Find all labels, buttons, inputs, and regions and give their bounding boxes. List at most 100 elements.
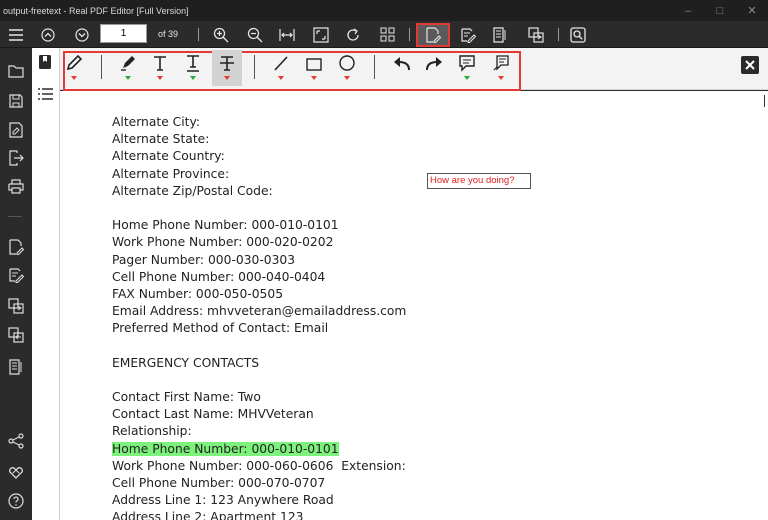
form-icon[interactable] bbox=[490, 21, 510, 48]
annotate-icon bbox=[423, 21, 443, 48]
pencil-tool[interactable] bbox=[59, 50, 89, 86]
color-caret-icon[interactable] bbox=[311, 76, 317, 80]
document-line-text: Cell Phone Number: 000-040-0404 bbox=[112, 269, 326, 284]
document-line: Alternate Country: bbox=[112, 148, 406, 165]
rectangle-tool[interactable] bbox=[299, 50, 329, 86]
color-caret-icon[interactable] bbox=[190, 76, 196, 80]
menu-icon[interactable] bbox=[4, 21, 28, 48]
underline-text-tool[interactable] bbox=[178, 50, 208, 86]
document-line: Alternate City: bbox=[112, 114, 406, 131]
text-tool[interactable] bbox=[145, 50, 175, 86]
search-icon[interactable] bbox=[568, 21, 588, 48]
text-icon bbox=[152, 50, 168, 72]
annotation-divider bbox=[101, 55, 102, 79]
outline-list-icon[interactable] bbox=[38, 87, 53, 105]
close-annotation-bar-button[interactable] bbox=[741, 56, 759, 74]
page-number-input[interactable]: 1 bbox=[100, 24, 147, 43]
line-tool[interactable] bbox=[266, 50, 296, 86]
color-caret-icon[interactable] bbox=[498, 76, 504, 80]
document-text: Alternate City: Alternate State: Alternate… bbox=[112, 114, 406, 520]
color-caret-icon[interactable] bbox=[278, 76, 284, 80]
pencil-icon bbox=[65, 50, 83, 72]
color-caret-icon[interactable] bbox=[224, 76, 230, 80]
edit-side-icon[interactable] bbox=[4, 264, 28, 286]
note-tool[interactable] bbox=[486, 50, 516, 86]
document-line: FAX Number: 000-050-0505 bbox=[112, 286, 406, 303]
document-line: Relationship: bbox=[112, 423, 406, 440]
split-side-icon[interactable] bbox=[4, 324, 28, 346]
ellipse-tool[interactable] bbox=[332, 50, 362, 86]
document-viewer[interactable]: Alternate City: Alternate State: Alternate… bbox=[60, 91, 768, 520]
toolbar-divider bbox=[198, 28, 199, 41]
freetext-annotation[interactable]: How are you doing? bbox=[427, 173, 531, 189]
undo-button[interactable] bbox=[387, 50, 417, 86]
document-line-text: Home Phone Number: 000-010-0101 bbox=[112, 218, 339, 233]
next-page-icon[interactable] bbox=[72, 21, 92, 48]
share-icon[interactable] bbox=[4, 430, 28, 452]
color-caret-icon[interactable] bbox=[71, 76, 77, 80]
document-line: Work Phone Number: 000-060-0606 Extensio… bbox=[112, 458, 406, 475]
document-line-text: Relationship: bbox=[112, 424, 192, 439]
main-toolbar: 1 of 39 bbox=[0, 21, 768, 48]
marker-icon bbox=[119, 50, 137, 72]
close-icon bbox=[745, 60, 755, 70]
highlighted-text: Home Phone Number: 000-010-0101 bbox=[112, 441, 339, 456]
thumbnails-icon[interactable] bbox=[377, 21, 397, 48]
annotate-side-icon[interactable] bbox=[4, 236, 28, 258]
close-window-button[interactable]: ✕ bbox=[736, 4, 768, 17]
title-bar: output-freetext - Real PDF Editor [Full … bbox=[0, 0, 768, 21]
document-line: Cell Phone Number: 000-040-0404 bbox=[112, 269, 406, 286]
left-sidebar bbox=[0, 48, 32, 520]
line-icon bbox=[272, 50, 290, 72]
document-line-text: Alternate State: bbox=[112, 132, 210, 147]
export-icon[interactable] bbox=[4, 147, 28, 169]
document-line: Alternate State: bbox=[112, 131, 406, 148]
print-icon[interactable] bbox=[4, 175, 28, 197]
merge-side-icon[interactable] bbox=[4, 295, 28, 317]
color-caret-icon[interactable] bbox=[344, 76, 350, 80]
document-line-text: Work Phone Number: 000-060-0606 Extensio… bbox=[112, 458, 406, 473]
document-line: Alternate Zip/Postal Code: bbox=[112, 183, 406, 200]
marker-tool[interactable] bbox=[113, 50, 143, 86]
fit-page-icon[interactable] bbox=[311, 21, 331, 48]
comment-tool[interactable] bbox=[452, 50, 482, 86]
form-side-icon[interactable] bbox=[4, 356, 28, 378]
document-line: Pager Number: 000-030-0303 bbox=[112, 252, 406, 269]
scrollbar[interactable] bbox=[764, 95, 765, 107]
color-caret-icon[interactable] bbox=[157, 76, 163, 80]
edit-pdf-icon[interactable] bbox=[458, 21, 478, 48]
document-line-text: EMERGENCY CONTACTS bbox=[112, 355, 260, 370]
annotation-divider bbox=[374, 55, 375, 79]
document-line: Contact First Name: Two bbox=[112, 389, 406, 406]
maximize-button[interactable]: □ bbox=[704, 5, 736, 17]
document-line-text: FAX Number: 000-050-0505 bbox=[112, 286, 284, 301]
color-caret-icon[interactable] bbox=[125, 76, 131, 80]
zoom-in-icon[interactable] bbox=[211, 21, 231, 48]
previous-page-icon[interactable] bbox=[38, 21, 58, 48]
note-icon bbox=[492, 50, 510, 72]
document-line: Cell Phone Number: 000-070-0707 bbox=[112, 475, 406, 492]
redo-button[interactable] bbox=[419, 50, 449, 86]
save-icon[interactable] bbox=[4, 90, 28, 112]
merge-pages-icon[interactable] bbox=[526, 21, 546, 48]
rectangle-icon bbox=[305, 50, 323, 72]
open-folder-icon[interactable] bbox=[4, 60, 28, 82]
handshake-icon[interactable] bbox=[4, 461, 28, 483]
zoom-out-icon[interactable] bbox=[245, 21, 265, 48]
rotate-icon[interactable] bbox=[343, 21, 363, 48]
document-line: EMERGENCY CONTACTS bbox=[112, 355, 406, 372]
save-as-icon[interactable] bbox=[4, 119, 28, 141]
bookmark-icon[interactable] bbox=[38, 54, 52, 75]
minimize-button[interactable]: – bbox=[672, 5, 704, 17]
document-line: Preferred Method of Contact: Email bbox=[112, 320, 406, 337]
color-caret-icon[interactable] bbox=[464, 76, 470, 80]
document-line-text: Cell Phone Number: 000-070-0707 bbox=[112, 475, 326, 490]
fit-width-icon[interactable] bbox=[277, 21, 297, 48]
help-icon[interactable] bbox=[4, 490, 28, 512]
strikeout-text-tool[interactable] bbox=[212, 50, 242, 86]
document-line-text: Work Phone Number: 000-020-0202 bbox=[112, 235, 334, 250]
document-line: Email Address: mhvveteran@emailaddress.c… bbox=[112, 303, 406, 320]
strikeout-text-icon bbox=[219, 50, 235, 72]
page-count-label: of 39 bbox=[158, 29, 179, 39]
